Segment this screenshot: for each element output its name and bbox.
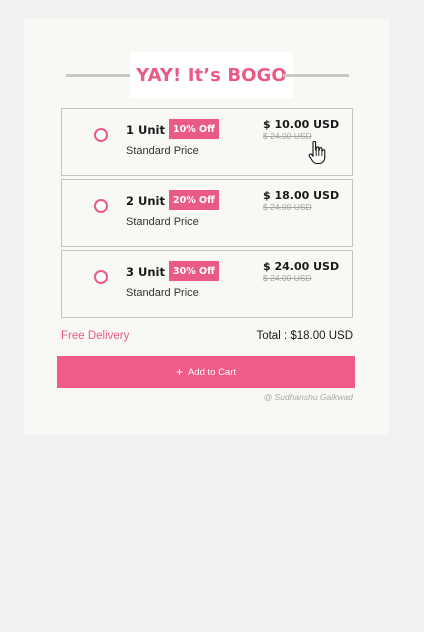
option-original-price: $ 24.00 USD — [263, 273, 312, 283]
option-2-unit[interactable]: 2 Unit 20% Off Standard Price $ 18.00 US… — [61, 179, 353, 247]
title-row: YAY! It’s BOGO — [66, 52, 349, 98]
discount-badge: 20% Off — [169, 190, 219, 210]
option-radio[interactable] — [94, 199, 108, 213]
page-title: YAY! It’s BOGO — [130, 52, 293, 98]
add-to-cart-button[interactable]: + Add to Cart — [57, 356, 355, 388]
option-price: $ 24.00 USD — [263, 260, 340, 273]
discount-badge: 30% Off — [169, 261, 219, 281]
option-description: Standard Price — [126, 287, 199, 299]
author-credit: @ Sudhanshu Gaikwad — [263, 392, 353, 402]
option-quantity: 3 Unit — [126, 265, 165, 279]
option-quantity: 2 Unit — [126, 194, 165, 208]
option-radio[interactable] — [94, 270, 108, 284]
option-price: $ 18.00 USD — [263, 189, 340, 202]
add-to-cart-label: Add to Cart — [187, 366, 237, 378]
option-description: Standard Price — [126, 216, 199, 228]
option-description: Standard Price — [126, 145, 199, 157]
hand-pointer-cursor-icon — [308, 141, 326, 165]
discount-badge: 10% Off — [169, 119, 219, 139]
option-original-price: $ 24.00 USD — [263, 131, 312, 141]
option-radio[interactable] — [94, 128, 108, 142]
option-original-price: $ 24.00 USD — [263, 202, 312, 212]
plus-icon: + — [175, 365, 183, 379]
total-price: Total : $18.00 USD — [256, 330, 353, 342]
option-quantity: 1 Unit — [126, 123, 165, 137]
bogo-card: YAY! It’s BOGO 1 Unit 10% Off Standard P… — [24, 19, 390, 435]
title-divider-left — [66, 74, 132, 77]
option-3-unit[interactable]: 3 Unit 30% Off Standard Price $ 24.00 US… — [61, 250, 353, 318]
option-price: $ 10.00 USD — [263, 118, 340, 131]
free-delivery-label: Free Delivery — [61, 330, 130, 342]
title-divider-right — [283, 74, 349, 77]
